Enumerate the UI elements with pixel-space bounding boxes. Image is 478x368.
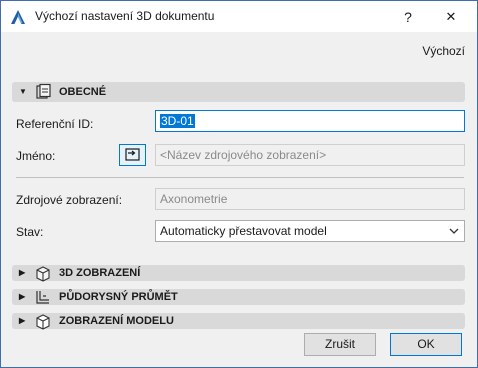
source-view-label: Zdrojové zobrazení: <box>16 193 123 207</box>
section-3d-view-label: 3D ZOBRAZENÍ <box>59 267 141 279</box>
reference-id-label: Referenční ID: <box>16 117 94 131</box>
section-3d-view-header[interactable]: ▶ 3D ZOBRAZENÍ <box>12 265 465 282</box>
reference-id-value: 3D-01 <box>160 114 195 128</box>
floorplan-icon <box>36 291 49 304</box>
button-bar: Zrušit OK <box>1 328 477 367</box>
dialog-content: Výchozí ▼ OBECNÉ Referenční ID: 3D-01 Jm… <box>1 32 477 367</box>
separator <box>16 177 464 178</box>
section-model-view-label: ZOBRAZENÍ MODELU <box>59 315 174 327</box>
name-label: Jméno: <box>16 149 56 163</box>
section-general-header[interactable]: ▼ OBECNÉ <box>12 82 465 102</box>
section-floorplan-label: PŮDORYSNÝ PRŮMĚT <box>59 291 178 303</box>
section-floorplan-header[interactable]: ▶ PŮDORYSNÝ PRŮMĚT <box>12 289 465 305</box>
collapsed-triangle-icon[interactable]: ▶ <box>19 292 25 301</box>
status-select-value: Automaticky přestavovat model <box>160 224 327 238</box>
collapsed-triangle-icon[interactable]: ▶ <box>19 316 25 325</box>
expanded-triangle-icon[interactable]: ▼ <box>19 87 27 96</box>
source-view-field: Axonometrie <box>155 188 465 210</box>
defaults-link[interactable]: Výchozí <box>422 44 465 58</box>
link-source-button[interactable] <box>119 144 146 166</box>
help-button[interactable]: ? <box>393 4 423 30</box>
dialog-window: Výchozí nastavení 3D dokumentu ? ✕ Výcho… <box>0 0 478 368</box>
reference-id-input[interactable]: 3D-01 <box>155 110 465 132</box>
window-title: Výchozí nastavení 3D dokumentu <box>35 9 215 23</box>
link-source-icon <box>125 148 140 161</box>
section-general-label: OBECNÉ <box>59 86 107 98</box>
3d-box-icon <box>36 266 50 282</box>
status-label: Stav: <box>16 225 44 239</box>
name-input[interactable]: <Název zdrojového zobrazení> <box>155 144 465 166</box>
ok-button[interactable]: OK <box>390 333 462 356</box>
title-bar: Výchozí nastavení 3D dokumentu ? ✕ <box>1 1 477 32</box>
status-select[interactable]: Automaticky přestavovat model <box>155 220 465 242</box>
collapsed-triangle-icon[interactable]: ▶ <box>19 268 25 277</box>
archicad-icon <box>11 10 25 24</box>
section-model-view-header[interactable]: ▶ ZOBRAZENÍ MODELU <box>12 313 465 330</box>
chevron-down-icon <box>449 228 459 234</box>
document-settings-icon <box>36 83 51 99</box>
close-button[interactable]: ✕ <box>431 4 471 30</box>
cancel-button[interactable]: Zrušit <box>304 333 376 356</box>
